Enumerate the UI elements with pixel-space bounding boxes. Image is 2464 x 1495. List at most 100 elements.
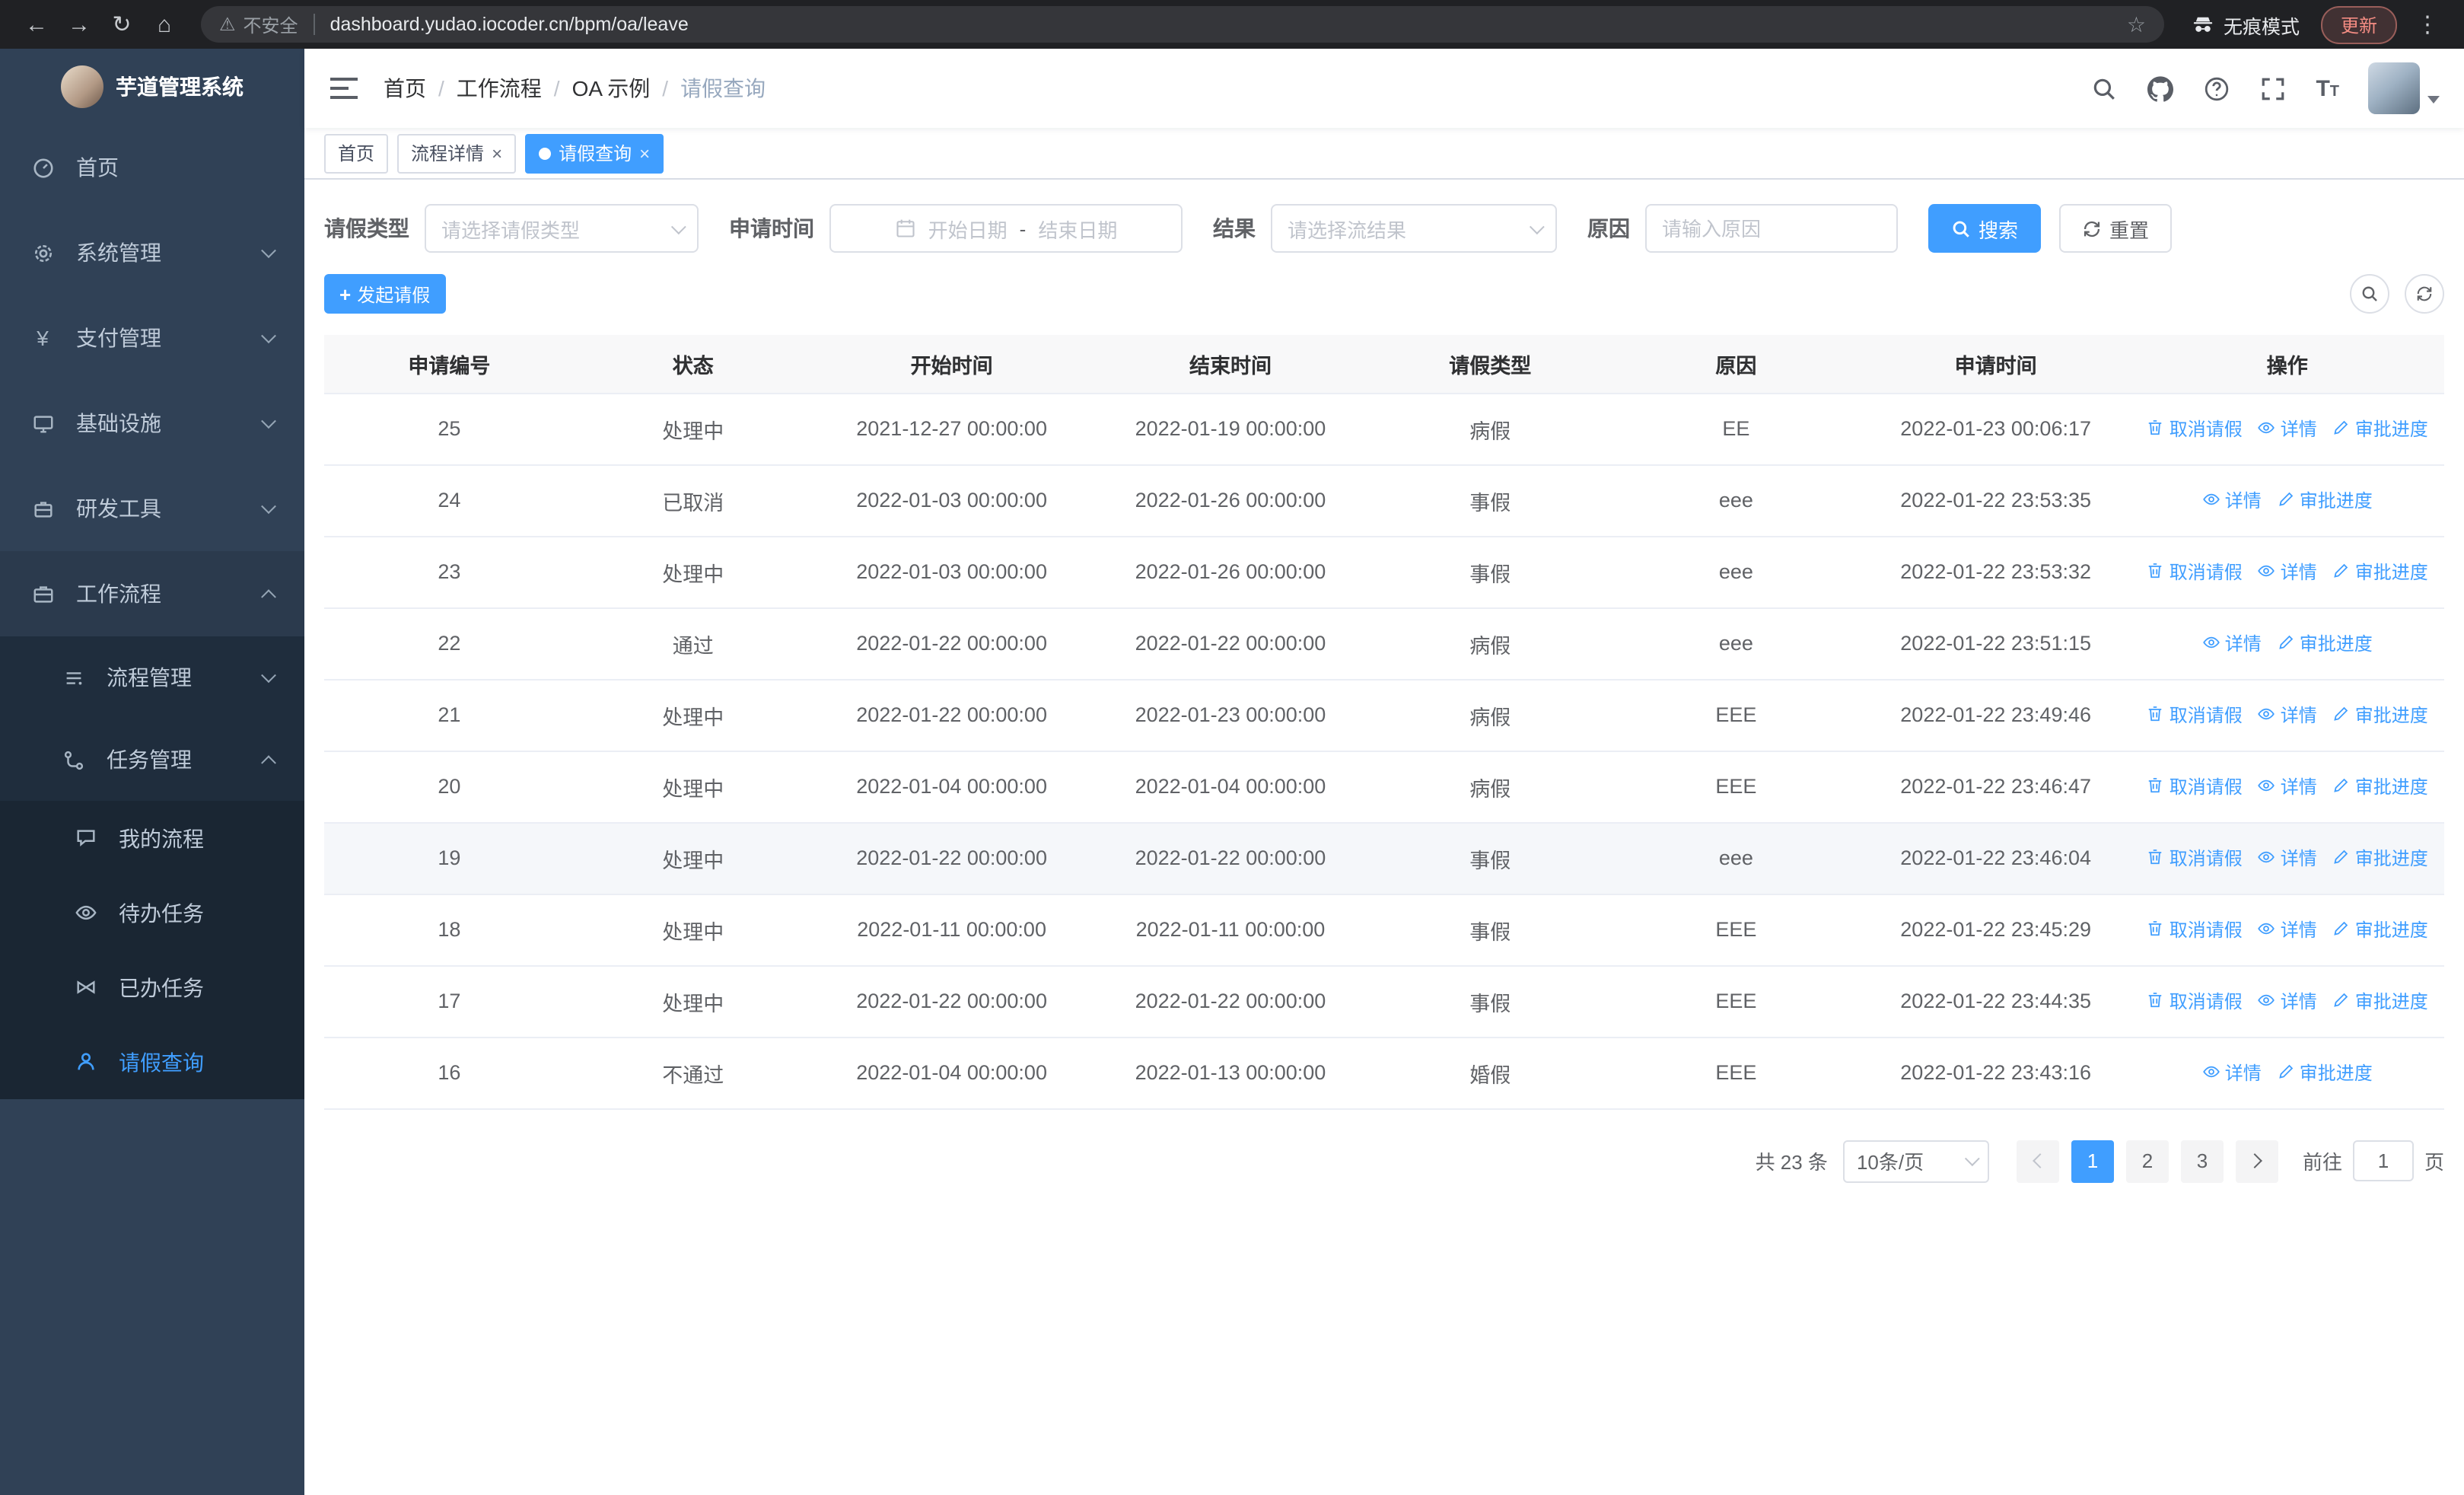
tab-close-icon[interactable]: × xyxy=(639,144,650,162)
reason-input[interactable] xyxy=(1645,204,1898,253)
refresh-button[interactable] xyxy=(2405,274,2444,314)
sidebar-item-done-tasks[interactable]: 已办任务 xyxy=(0,950,304,1025)
result-select[interactable]: 请选择流结果 xyxy=(1271,204,1557,253)
sidebar-item-task-management[interactable]: 任务管理 xyxy=(0,719,304,801)
reload-icon[interactable]: ↻ xyxy=(100,11,143,38)
table-row[interactable]: 17 处理中 2022-01-22 00:00:00 2022-01-22 00… xyxy=(324,965,2444,1038)
detail-action[interactable]: 详情 xyxy=(2258,988,2317,1014)
leave-type-select[interactable]: 请选择请假类型 xyxy=(425,204,699,253)
detail-action[interactable]: 详情 xyxy=(2258,416,2317,441)
cancel-leave-action[interactable]: 取消请假 xyxy=(2147,773,2243,799)
sidebar-item-devtools[interactable]: 研发工具 xyxy=(0,466,304,551)
goto-page-input[interactable] xyxy=(2352,1140,2414,1181)
url-bar[interactable]: ⚠ 不安全 dashboard.yudao.iocoder.cn/bpm/oa/… xyxy=(201,6,2164,43)
prev-page-button[interactable] xyxy=(2016,1140,2059,1182)
search-button[interactable]: 搜索 xyxy=(1928,204,2042,253)
leave-type-label: 请假类型 xyxy=(324,216,409,241)
approval-progress-action[interactable]: 审批进度 xyxy=(2277,630,2373,656)
detail-action[interactable]: 详情 xyxy=(2202,487,2262,513)
detail-action[interactable]: 详情 xyxy=(2258,702,2317,728)
approval-progress-action[interactable]: 审批进度 xyxy=(2332,845,2428,871)
table-row[interactable]: 24 已取消 2022-01-03 00:00:00 2022-01-26 00… xyxy=(324,464,2444,537)
cancel-leave-action[interactable]: 取消请假 xyxy=(2147,845,2243,871)
approval-progress-action[interactable]: 审批进度 xyxy=(2332,416,2428,441)
table-row[interactable]: 20 处理中 2022-01-04 00:00:00 2022-01-04 00… xyxy=(324,751,2444,823)
detail-action[interactable]: 详情 xyxy=(2258,773,2317,799)
font-size-button[interactable]: TT xyxy=(2316,75,2339,101)
breadcrumb-item[interactable]: OA 示例 xyxy=(572,73,651,104)
update-button[interactable]: 更新 xyxy=(2320,5,2397,43)
cancel-leave-action-label: 取消请假 xyxy=(2169,990,2243,1012)
toggle-search-button[interactable] xyxy=(2350,274,2389,314)
menu-label: 支付管理 xyxy=(76,326,161,350)
bookmark-star-icon[interactable]: ☆ xyxy=(2127,11,2146,37)
sidebar-item-workflow[interactable]: 工作流程 xyxy=(0,551,304,636)
detail-action[interactable]: 详情 xyxy=(2202,630,2262,656)
github-button[interactable] xyxy=(2147,75,2174,102)
page-button-3[interactable]: 3 xyxy=(2180,1140,2224,1182)
browser-menu-icon[interactable]: ⋮ xyxy=(2406,11,2449,38)
approval-progress-action[interactable]: 审批进度 xyxy=(2332,988,2428,1014)
sidebar-item-system[interactable]: 系统管理 xyxy=(0,210,304,295)
detail-action[interactable]: 详情 xyxy=(2258,916,2317,942)
tab-leave-query[interactable]: 请假查询 × xyxy=(525,133,664,173)
table-row[interactable]: 23 处理中 2022-01-03 00:00:00 2022-01-26 00… xyxy=(324,536,2444,608)
apply-time-range-picker[interactable]: 开始日期 - 结束日期 xyxy=(829,204,1183,253)
breadcrumb-item[interactable]: 工作流程 xyxy=(457,73,542,104)
sidebar-item-leave-query[interactable]: 请假查询 xyxy=(0,1025,304,1099)
approval-progress-action[interactable]: 审批进度 xyxy=(2332,702,2428,728)
sidebar-item-process-management[interactable]: 流程管理 xyxy=(0,636,304,719)
table-row[interactable]: 22 通过 2022-01-22 00:00:00 2022-01-22 00:… xyxy=(324,607,2444,680)
page-size-select[interactable]: 10条/页 xyxy=(1842,1140,1989,1182)
help-button[interactable] xyxy=(2203,75,2230,102)
app-logo[interactable]: 芋道管理系统 xyxy=(0,49,304,125)
cancel-leave-action[interactable]: 取消请假 xyxy=(2147,416,2243,441)
sidebar-item-my-processes[interactable]: 我的流程 xyxy=(0,801,304,875)
create-leave-button[interactable]: + 发起请假 xyxy=(324,274,446,314)
forward-icon[interactable]: → xyxy=(58,11,100,37)
approval-progress-action[interactable]: 审批进度 xyxy=(2332,916,2428,942)
table-row[interactable]: 18 处理中 2022-01-11 00:00:00 2022-01-11 00… xyxy=(324,894,2444,966)
sidebar-item-payment[interactable]: ¥ 支付管理 xyxy=(0,295,304,381)
back-icon[interactable]: ← xyxy=(15,11,58,37)
cell-actions: 取消请假 详情 审批进度 xyxy=(2130,894,2444,966)
cell-apply-time: 2022-01-22 23:51:15 xyxy=(1861,607,2131,680)
eye-icon xyxy=(73,901,97,925)
cancel-leave-action[interactable]: 取消请假 xyxy=(2147,988,2243,1014)
detail-action[interactable]: 详情 xyxy=(2258,845,2317,871)
approval-progress-action[interactable]: 审批进度 xyxy=(2332,773,2428,799)
fullscreen-button[interactable] xyxy=(2259,75,2287,102)
table-row[interactable]: 25 处理中 2021-12-27 00:00:00 2022-01-19 00… xyxy=(324,393,2444,465)
sidebar-item-home[interactable]: 首页 xyxy=(0,125,304,210)
cancel-leave-action[interactable]: 取消请假 xyxy=(2147,559,2243,585)
approval-progress-action[interactable]: 审批进度 xyxy=(2277,1060,2373,1085)
tab-close-icon[interactable]: × xyxy=(492,144,502,162)
approval-progress-action[interactable]: 审批进度 xyxy=(2277,487,2373,513)
page-button-2[interactable]: 2 xyxy=(2125,1140,2169,1182)
breadcrumb-item[interactable]: 首页 xyxy=(384,73,426,104)
next-page-button[interactable] xyxy=(2235,1140,2278,1182)
user-menu[interactable] xyxy=(2368,62,2440,114)
page-button-1[interactable]: 1 xyxy=(2071,1140,2114,1182)
search-button[interactable] xyxy=(2090,75,2118,102)
sidebar-item-todo-tasks[interactable]: 待办任务 xyxy=(0,875,304,950)
tab-process-detail[interactable]: 流程详情 × xyxy=(397,133,517,173)
tab-home[interactable]: 首页 xyxy=(324,133,389,173)
home-icon[interactable]: ⌂ xyxy=(143,11,186,37)
table-row[interactable]: 19 处理中 2022-01-22 00:00:00 2022-01-22 00… xyxy=(324,822,2444,894)
table-row[interactable]: 16 不通过 2022-01-04 00:00:00 2022-01-13 00… xyxy=(324,1037,2444,1109)
reset-button[interactable]: 重置 xyxy=(2059,204,2173,253)
cancel-leave-action[interactable]: 取消请假 xyxy=(2147,702,2243,728)
incognito-badge[interactable]: 无痕模式 xyxy=(2192,10,2300,39)
sidebar-toggle-button[interactable] xyxy=(329,75,359,102)
detail-action[interactable]: 详情 xyxy=(2202,1060,2262,1085)
cancel-leave-action[interactable]: 取消请假 xyxy=(2147,916,2243,942)
cancel-leave-action-label: 取消请假 xyxy=(2169,561,2243,583)
table-row[interactable]: 21 处理中 2022-01-22 00:00:00 2022-01-23 00… xyxy=(324,679,2444,751)
sidebar-item-infra[interactable]: 基础设施 xyxy=(0,381,304,466)
cell-apply-id: 25 xyxy=(324,393,575,465)
detail-action[interactable]: 详情 xyxy=(2258,559,2317,585)
delete-icon xyxy=(2149,778,2162,793)
approval-progress-action[interactable]: 审批进度 xyxy=(2332,559,2428,585)
avatar xyxy=(2368,62,2420,114)
